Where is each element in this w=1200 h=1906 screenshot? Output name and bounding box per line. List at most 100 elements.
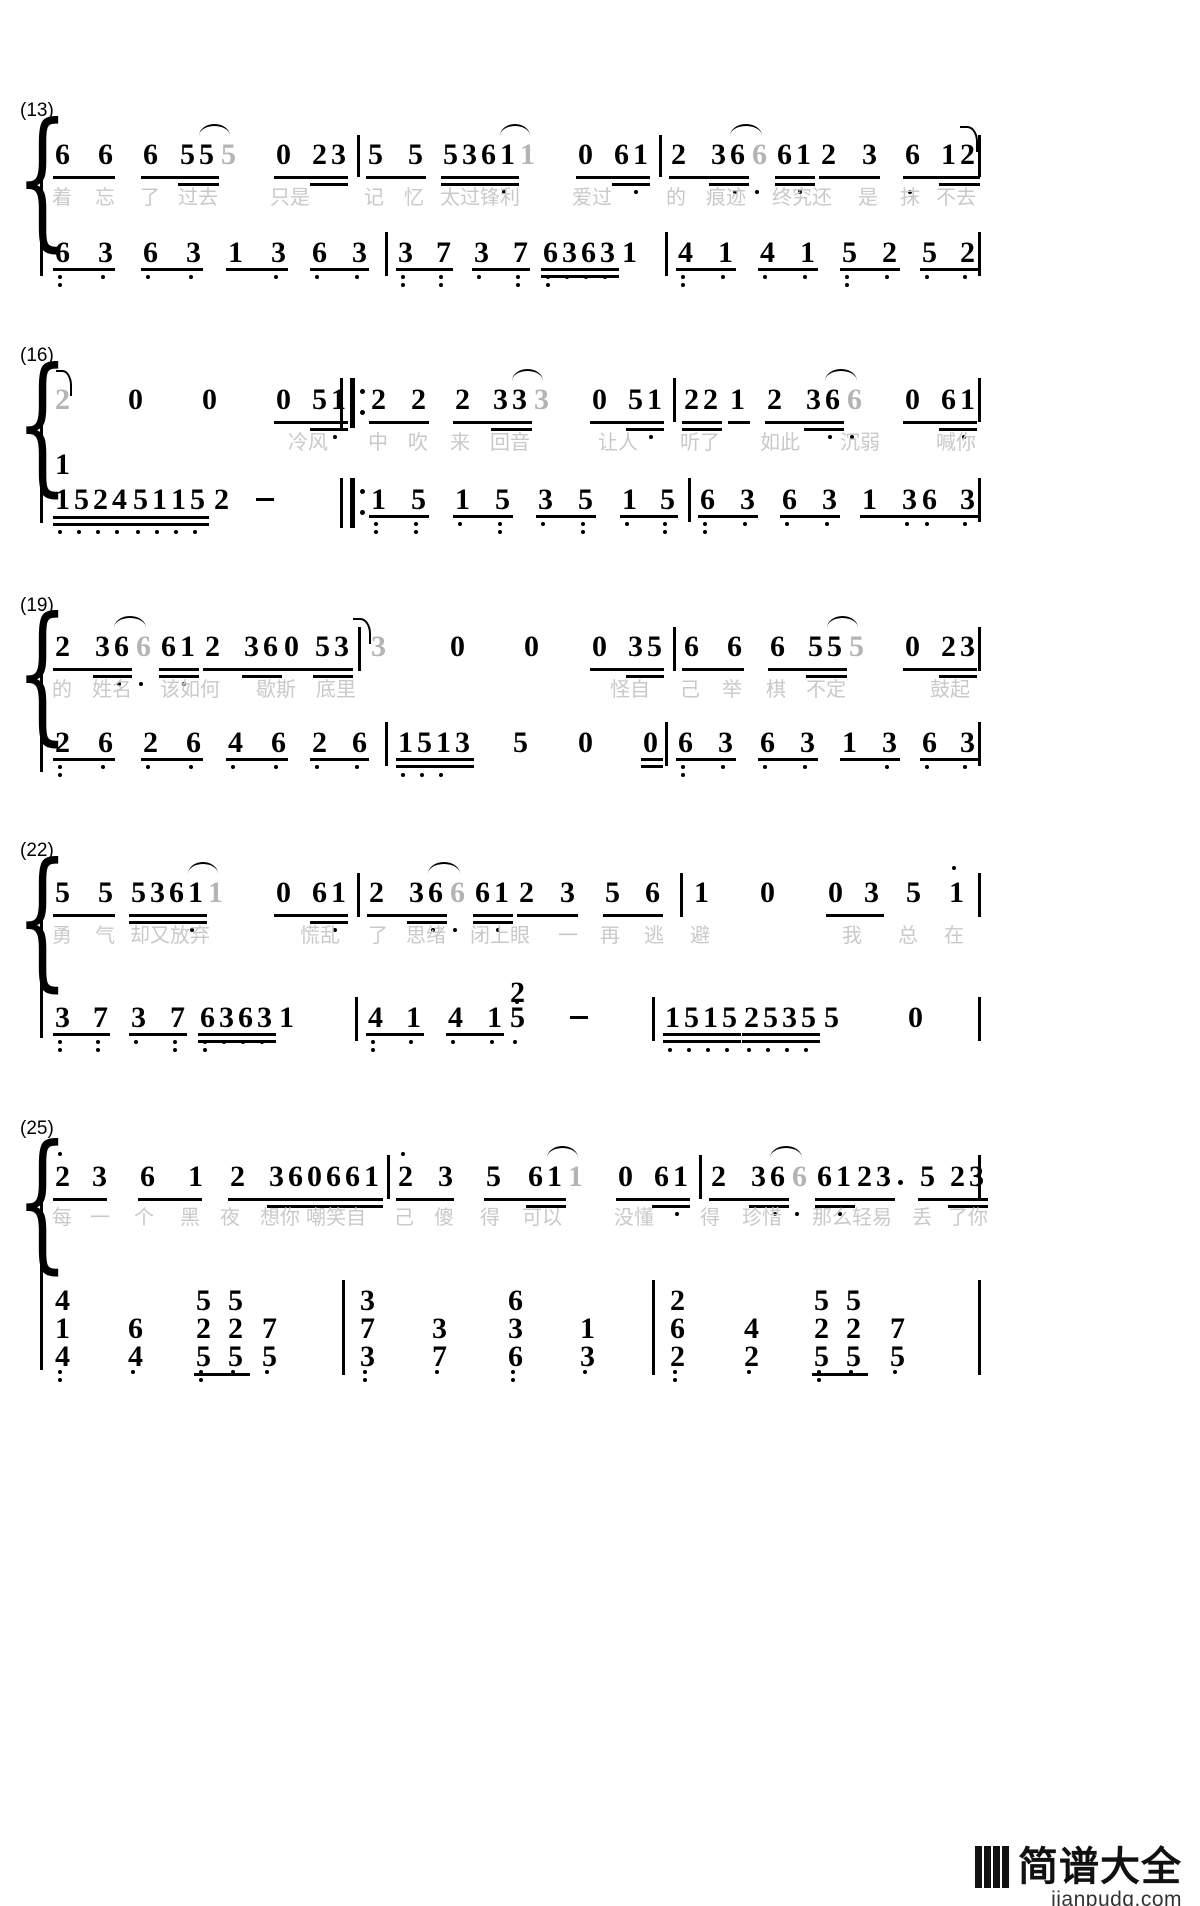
octave-dot-low (155, 530, 159, 534)
bass-note: 3 (538, 483, 553, 516)
octave-dot-low (58, 1370, 62, 1374)
bass-note: 3 (822, 483, 837, 516)
barline (652, 1280, 655, 1375)
bass-note: 3 (800, 726, 815, 759)
note: 6 (263, 630, 278, 663)
octave-dot-low (511, 1370, 515, 1374)
repeat-dot (360, 389, 365, 394)
note: 3 (969, 1160, 984, 1193)
octave-dot-low (649, 435, 653, 439)
repeat-dot (360, 510, 365, 515)
octave-dot-low (687, 1048, 691, 1052)
note-ghost: 5 (849, 630, 864, 663)
barline (978, 722, 981, 766)
octave-dot-low (725, 1048, 729, 1052)
beam (812, 1373, 868, 1376)
octave-dot-low (401, 283, 405, 287)
beam (806, 675, 847, 678)
beam (53, 1198, 107, 1201)
bass-note: 1 (622, 483, 637, 516)
bass-note: 6 (700, 483, 715, 516)
octave-dot-low (785, 522, 789, 526)
note: 5 (605, 876, 620, 909)
barline (387, 1155, 390, 1199)
beam (203, 668, 282, 671)
bass-note: 3 (131, 1001, 146, 1034)
beam (53, 523, 131, 526)
beam (768, 668, 847, 671)
octave-dot-low (174, 530, 178, 534)
octave-dot-low (193, 530, 197, 534)
lyric: 己 (394, 1207, 414, 1229)
note: 3 (409, 876, 424, 909)
beam (178, 183, 219, 186)
note: 6 (114, 630, 129, 663)
octave-dot-high (952, 866, 956, 870)
octave-dot-low (96, 1048, 100, 1052)
lyric: 该如何 (160, 679, 220, 701)
lyric: 己 (680, 679, 700, 701)
barline (665, 232, 668, 276)
note: 3 (95, 630, 110, 663)
beam (159, 675, 199, 678)
note: 0 (284, 630, 299, 663)
beam (198, 1033, 276, 1036)
note: 0 (618, 1160, 633, 1193)
bass-note: 3 (718, 726, 733, 759)
beam (407, 921, 447, 924)
system-left-barline (40, 1155, 43, 1370)
note: 2 (411, 383, 426, 416)
bass-note: 5 (922, 236, 937, 269)
site-watermark[interactable]: 简谱大全 jianpudq.com (975, 1845, 1182, 1906)
bass-note: 6 (760, 726, 775, 759)
octave-dot-low (625, 522, 629, 526)
barline (978, 135, 981, 177)
lyric: 歇斯 (256, 679, 296, 701)
note: 2 (703, 383, 718, 416)
note: 0 (202, 383, 217, 416)
octave-dot-low (363, 1370, 367, 1374)
note: 3 (864, 876, 879, 909)
octave-dot-low (763, 765, 767, 769)
beam (53, 268, 115, 271)
note-ghost: 6 (792, 1160, 807, 1193)
beam (860, 515, 920, 518)
note: 0 (905, 630, 920, 663)
beam (53, 516, 131, 519)
bass-note: 1 (398, 726, 413, 759)
barline (978, 232, 981, 276)
lyric: 得 (700, 1207, 720, 1229)
barline (680, 873, 683, 917)
note: 0 (592, 383, 607, 416)
octave-dot-low (115, 530, 119, 534)
brand-name: 简谱大全 (1018, 1845, 1182, 1889)
bass-note: 5 (411, 483, 426, 516)
note: 6 (905, 138, 920, 171)
note: 1 (364, 1160, 379, 1193)
octave-dot-low (925, 522, 929, 526)
note: 1 (547, 1160, 562, 1193)
note: 6 (475, 876, 490, 909)
lyric: 痕迹 (706, 187, 746, 209)
bass-note: 1 (55, 448, 70, 481)
beam (920, 268, 978, 271)
octave-dot-low (743, 522, 747, 526)
beam (903, 176, 980, 179)
bass-note: 5 (578, 483, 593, 516)
octave-dot-low (173, 1040, 177, 1044)
note: 1 (941, 138, 956, 171)
octave-dot-low (173, 1048, 177, 1052)
note: 2 (950, 1160, 965, 1193)
note: 5 (486, 1160, 501, 1193)
bass-note: 1 (455, 483, 470, 516)
note: 3 (960, 630, 975, 663)
note: 6 (645, 876, 660, 909)
octave-dot-low (101, 275, 105, 279)
barline (357, 873, 360, 917)
octave-dot-low (490, 1040, 494, 1044)
lyric: 总 (898, 925, 918, 947)
beam (541, 268, 619, 271)
note: 6 (727, 630, 742, 663)
octave-dot-low (804, 1048, 808, 1052)
barline (665, 722, 668, 766)
